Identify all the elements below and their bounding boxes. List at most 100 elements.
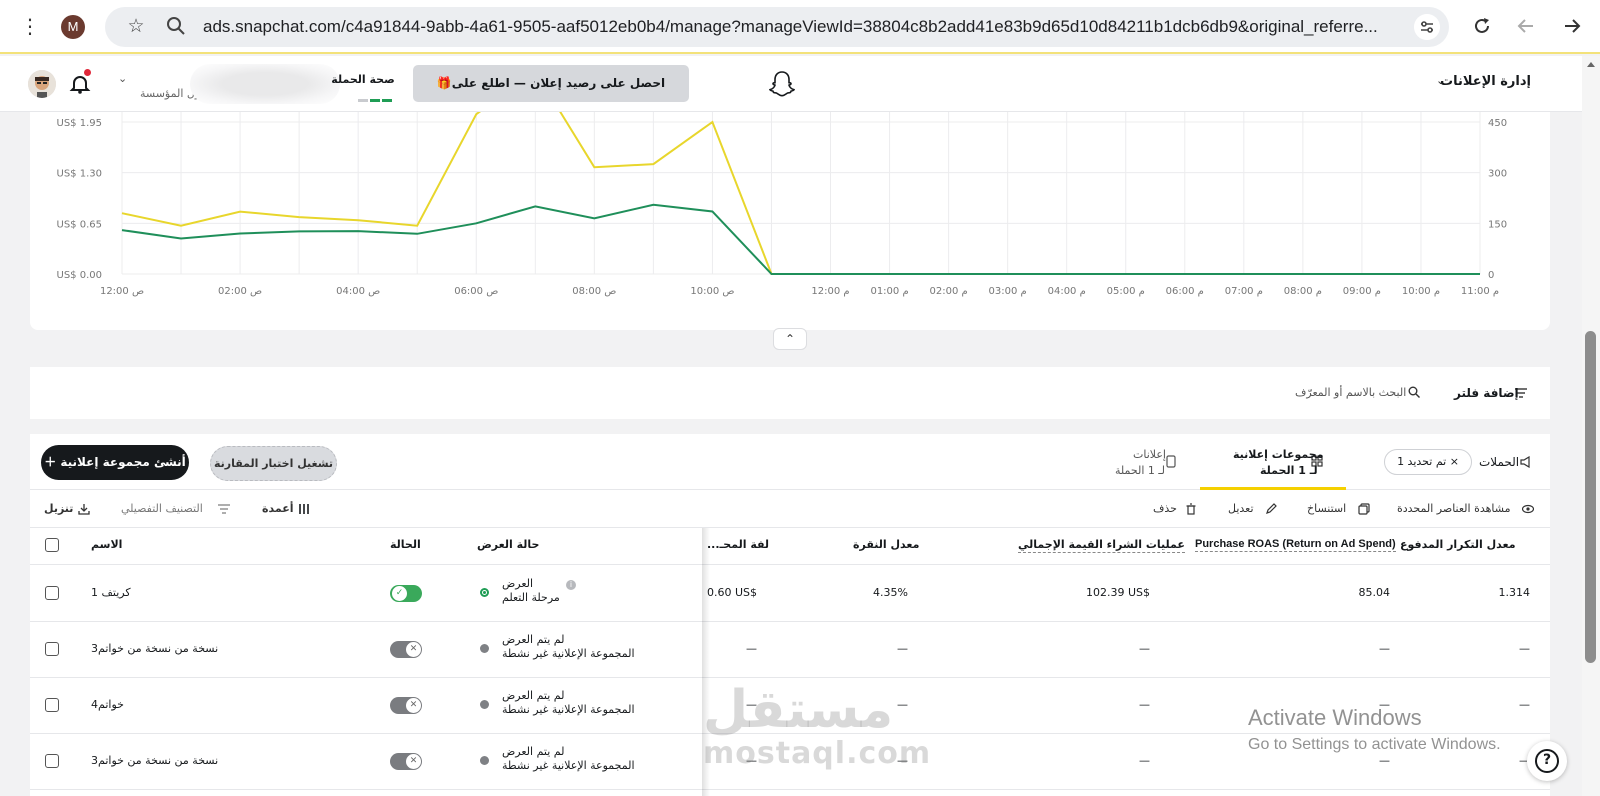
back-arrow-icon[interactable] [1514, 14, 1538, 38]
create-adset-button[interactable]: ＋ أنشئ مجموعة إعلانية [41, 445, 189, 480]
row-checkbox[interactable] [45, 754, 59, 768]
help-question-icon: ? [1535, 749, 1559, 773]
column-header-roas[interactable]: Purchase ROAS (Return on Ad Spend) [1195, 538, 1396, 552]
row-checkbox[interactable] [45, 698, 59, 712]
adset-name-link[interactable]: نسخة من نسخة من خواتم3 [91, 754, 218, 767]
run-comparison-test-button[interactable]: تشغيل اختبار المقارنة [210, 446, 337, 481]
adset-status-toggle[interactable]: ✕ [390, 753, 422, 770]
delivery-status-sub: المجموعة الإعلانية غير نشطة [502, 647, 635, 660]
x-tick-label: 08:00 ص [572, 286, 616, 297]
reload-icon[interactable] [1470, 14, 1494, 38]
url-text[interactable]: ads.snapchat.com/c4a91844-9abb-4a61-9505… [203, 17, 1403, 37]
trash-icon [1186, 503, 1196, 515]
row-checkbox[interactable] [45, 586, 59, 600]
browser-profile-avatar[interactable]: M [61, 15, 85, 39]
cell-frequency: — [1519, 642, 1530, 655]
adset-status-toggle[interactable]: ✕ [390, 697, 422, 714]
collapse-chart-chevron-up-icon[interactable]: ⌃ [773, 328, 807, 350]
user-avatar[interactable] [28, 70, 56, 98]
search-lens-icon[interactable] [164, 14, 188, 38]
ad-credit-promo-button[interactable]: 🎁احصل على رصيد إعلان — اطلع على الكيفية. [413, 65, 689, 127]
campaign-health-label[interactable]: صحة الحملة [330, 73, 396, 86]
columns-button[interactable]: أعمدة [262, 502, 294, 515]
series-line [121, 203, 1480, 275]
breakdown-button[interactable]: التصنيف التفصيلي [121, 502, 203, 515]
cell-ctr: 4.35% [873, 586, 908, 599]
info-icon[interactable]: i [566, 580, 576, 590]
x-icon: ✕ [406, 698, 421, 713]
row-divider [30, 789, 1550, 790]
adset-name-link[interactable]: خواتم4 [91, 698, 124, 711]
x-icon: ✕ [406, 754, 421, 769]
edit-button[interactable]: تعديل [1228, 502, 1254, 515]
tab-ads-sublabel: لـ 1 الحملة [1115, 464, 1165, 477]
row-divider [30, 677, 1550, 678]
y-left-tick-label: US$ 0.00 [57, 270, 102, 281]
manage-ads-menu[interactable]: إدارة الإعلانات [1440, 74, 1531, 89]
adset-name-link[interactable]: كريتف 1 [91, 586, 131, 599]
snapchat-ghost-icon[interactable] [768, 69, 796, 99]
tab-ads[interactable]: إعلانات [1133, 448, 1166, 461]
y-right-tick-label: 0 [1488, 270, 1494, 281]
org-chevron-down-icon[interactable]: ⌄ [118, 72, 127, 85]
delivery-status-dot [480, 588, 489, 597]
watermark-arabic: مستقل [703, 680, 894, 740]
help-button[interactable]: ? [1527, 741, 1567, 781]
search-input[interactable]: البحث بالاسم أو المعرّف [1295, 386, 1406, 399]
forward-arrow-icon[interactable] [1560, 14, 1584, 38]
cell-ctr: — [897, 642, 908, 655]
activate-windows-subtitle: Go to Settings to activate Windows. [1248, 736, 1501, 753]
delivery-status-main: لم يتم العرض [502, 633, 565, 646]
select-all-checkbox[interactable] [45, 538, 59, 552]
column-header-cost[interactable]: ...لفة المحـ [707, 538, 769, 551]
download-button[interactable]: تنزيل [44, 502, 73, 515]
delete-button[interactable]: حذف [1153, 502, 1177, 515]
column-header-frequency[interactable]: معدل التكرار المدفوع [1400, 538, 1516, 551]
view-selected-button[interactable]: مشاهدة العناصر المحددة [1397, 502, 1511, 515]
tab-adsets-sublabel: لـ 1 الحملة [1260, 464, 1318, 477]
check-icon: ✓ [392, 586, 407, 601]
selection-chip[interactable]: تم تحديد 1 × [1384, 449, 1472, 475]
adset-status-toggle[interactable]: ✕ [390, 641, 422, 658]
column-header-purchase-value[interactable]: عمليات الشراء القيمة الإجمالي [1018, 538, 1185, 553]
add-filter-button[interactable]: إضافة فلتر [1454, 386, 1519, 400]
delivery-status-dot [480, 644, 489, 653]
x-tick-label: 06:00 م [1166, 286, 1204, 297]
redacted-org-name [190, 64, 340, 104]
duplicate-button[interactable]: استنساخ [1307, 502, 1346, 515]
column-header-delivery[interactable]: حالة العرض [477, 538, 539, 551]
notification-badge [84, 69, 91, 76]
scroll-up-arrow-icon[interactable] [1587, 62, 1595, 67]
campaign-health-meter [358, 91, 394, 102]
delivery-status-dot [480, 700, 489, 709]
pencil-icon [1266, 503, 1277, 514]
cell-frequency: 1.314 [1498, 586, 1531, 599]
column-header-name[interactable]: الاسم [91, 538, 122, 551]
x-tick-label: 04:00 ص [336, 286, 380, 297]
delivery-status-sub: المجموعة الإعلانية غير نشطة [502, 759, 635, 772]
x-tick-label: 09:00 م [1343, 286, 1381, 297]
plus-icon: ＋ [44, 455, 61, 469]
column-header-status[interactable]: الحالة [390, 538, 421, 551]
cell-frequency: — [1519, 698, 1530, 711]
x-tick-label: 01:00 م [870, 286, 908, 297]
x-tick-label: 02:00 ص [218, 286, 262, 297]
watermark-latin: mostaql.com [703, 736, 932, 771]
y-right-tick-label: 450 [1488, 118, 1507, 129]
cell-purchase-value: — [1139, 642, 1150, 655]
performance-line-chart: US$ 0.00 US$ 0.65 US$ 1.30 US$ 1.95 0 150 300 4… [57, 112, 1507, 297]
breakdown-lines-icon [218, 504, 230, 514]
bitmoji-face-icon [28, 70, 56, 98]
bookmark-star-icon[interactable]: ☆ [124, 14, 148, 38]
delivery-status-main: لم يتم العرض [502, 689, 565, 702]
tab-campaigns[interactable]: الحملات [1479, 455, 1519, 469]
adset-name-link[interactable]: نسخة من نسخة من خواتم3 [91, 642, 218, 655]
browser-menu-icon[interactable]: ⋮ [18, 14, 42, 38]
row-checkbox[interactable] [45, 642, 59, 656]
x-tick-label: 08:00 م [1284, 286, 1322, 297]
adset-status-toggle[interactable]: ✓ [390, 585, 422, 602]
scrollbar-thumb[interactable] [1585, 331, 1596, 663]
x-tick-label: 12:00 م [811, 286, 849, 297]
column-header-ctr[interactable]: معدل النقرة [853, 538, 919, 551]
site-settings-icon[interactable] [1414, 14, 1440, 40]
